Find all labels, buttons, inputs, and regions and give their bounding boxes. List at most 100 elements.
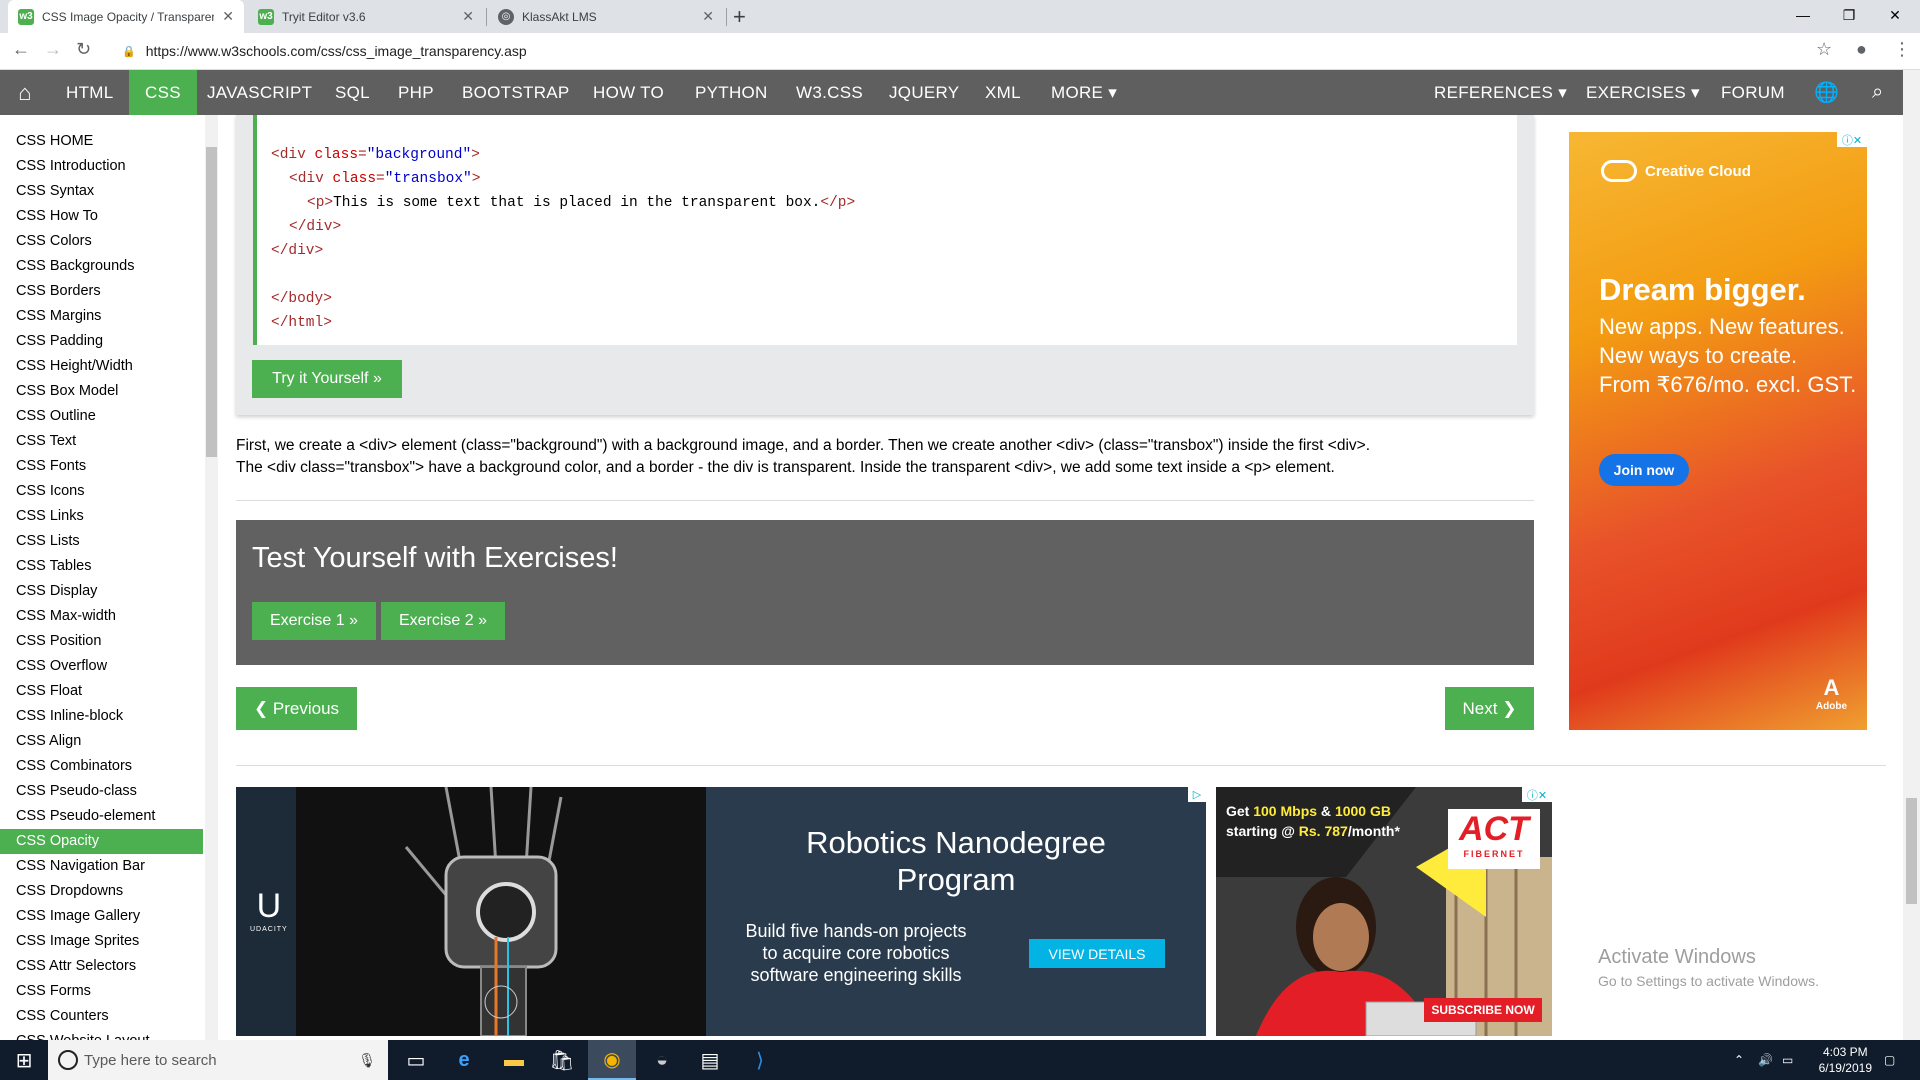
sidebar-item[interactable]: CSS Combinators <box>0 754 203 779</box>
close-tab-icon[interactable]: ✕ <box>462 8 474 25</box>
back-icon[interactable]: ← <box>12 39 30 60</box>
microphone-icon[interactable]: 🎙 <box>358 1052 376 1069</box>
sidebar-item[interactable]: CSS Pseudo-class <box>0 779 203 804</box>
vscode-icon[interactable]: ⟩ <box>736 1040 784 1080</box>
nav-forum[interactable]: FORUM <box>1705 70 1801 115</box>
volume-icon[interactable]: 🔊 <box>1758 1040 1773 1080</box>
profile-icon[interactable]: ● <box>1856 39 1867 60</box>
adchoices-icon[interactable]: ⓘ✕ <box>1837 132 1867 147</box>
restore-icon[interactable]: ❐ <box>1826 0 1872 30</box>
sidebar-scroll-thumb[interactable] <box>206 147 217 457</box>
task-view-icon[interactable]: ▭ <box>392 1040 440 1080</box>
sidebar-item[interactable]: CSS Box Model <box>0 379 203 404</box>
subscribe-now-button[interactable]: SUBSCRIBE NOW <box>1424 998 1542 1022</box>
nav-php[interactable]: PHP <box>382 70 450 115</box>
globe-icon[interactable]: 🌐 <box>1798 70 1855 115</box>
tab-klassakt[interactable]: ◎ KlassAkt LMS ✕ <box>488 0 724 33</box>
nav-more[interactable]: MORE ▾ <box>1035 70 1133 115</box>
nav-exercises[interactable]: EXERCISES ▾ <box>1570 70 1716 115</box>
next-button[interactable]: Next ❯ <box>1445 687 1534 730</box>
network-icon[interactable]: ▭ <box>1782 1040 1793 1080</box>
nav-python[interactable]: PYTHON <box>679 70 784 115</box>
exercise-1-button[interactable]: Exercise 1 » <box>252 602 376 640</box>
sidebar-item[interactable]: CSS How To <box>0 204 203 229</box>
eclipse-icon[interactable]: ◒ <box>638 1040 686 1080</box>
edge-icon[interactable]: e <box>440 1040 488 1080</box>
tab-css-opacity[interactable]: w3 CSS Image Opacity / Transparency ✕ <box>8 0 244 33</box>
chrome-icon[interactable]: ◉ <box>588 1040 636 1080</box>
minimize-icon[interactable]: — <box>1780 0 1826 30</box>
nav-w3css[interactable]: W3.CSS <box>780 70 879 115</box>
taskbar-search[interactable]: Type here to search 🎙 <box>48 1040 388 1080</box>
sidebar-item[interactable]: CSS Lists <box>0 529 203 554</box>
view-details-button[interactable]: VIEW DETAILS <box>1029 939 1165 968</box>
sidebar-item[interactable]: CSS Icons <box>0 479 203 504</box>
sidebar-item[interactable]: CSS Outline <box>0 404 203 429</box>
menu-kebab-icon[interactable]: ⋮ <box>1893 39 1911 60</box>
adchoices-icon[interactable]: ⓘ✕ <box>1522 787 1552 802</box>
store-icon[interactable]: 🛍 <box>538 1040 586 1080</box>
taskbar-clock[interactable]: 4:03 PM 6/19/2019 <box>1819 1044 1872 1076</box>
notepad-icon[interactable]: ▤ <box>686 1040 734 1080</box>
sidebar-item[interactable]: CSS Overflow <box>0 654 203 679</box>
adchoices-icon[interactable]: ▷ <box>1188 787 1206 802</box>
sidebar-item[interactable]: CSS Image Gallery <box>0 904 203 929</box>
sidebar-item[interactable]: CSS Navigation Bar <box>0 854 203 879</box>
nav-xml[interactable]: XML <box>969 70 1037 115</box>
nav-sql[interactable]: SQL <box>319 70 386 115</box>
nav-javascript[interactable]: JAVASCRIPT <box>191 70 328 115</box>
sidebar-scrollbar[interactable] <box>205 115 218 1040</box>
sidebar-item[interactable]: CSS Pseudo-element <box>0 804 203 829</box>
sidebar-item[interactable]: CSS Dropdowns <box>0 879 203 904</box>
sidebar-item[interactable]: CSS Text <box>0 429 203 454</box>
sidebar-item[interactable]: CSS Fonts <box>0 454 203 479</box>
sidebar-item[interactable]: CSS Opacity <box>0 829 203 854</box>
page-scroll-thumb[interactable] <box>1906 798 1917 904</box>
nav-bootstrap[interactable]: BOOTSTRAP <box>446 70 586 115</box>
sidebar-item[interactable]: CSS Backgrounds <box>0 254 203 279</box>
sidebar-item[interactable]: CSS Borders <box>0 279 203 304</box>
new-tab-icon[interactable]: + <box>733 4 746 30</box>
sidebar-item[interactable]: CSS Website Layout <box>0 1029 203 1040</box>
sidebar-item[interactable]: CSS Colors <box>0 229 203 254</box>
udacity-ad[interactable]: U UDACITY Robotics Nanodegree Program Bu… <box>236 787 1206 1036</box>
sidebar-item[interactable]: CSS Padding <box>0 329 203 354</box>
file-explorer-icon[interactable]: ▬ <box>490 1040 538 1080</box>
sidebar-item[interactable]: CSS Image Sprites <box>0 929 203 954</box>
sidebar-item[interactable]: CSS Margins <box>0 304 203 329</box>
nav-references[interactable]: REFERENCES ▾ <box>1418 70 1583 115</box>
adobe-ad[interactable]: Creative Cloud Dream bigger. New apps. N… <box>1569 132 1867 730</box>
exercise-2-button[interactable]: Exercise 2 » <box>381 602 505 640</box>
home-icon[interactable]: ⌂ <box>0 70 50 115</box>
close-window-icon[interactable]: ✕ <box>1872 0 1918 30</box>
sidebar-item[interactable]: CSS HOME <box>0 129 203 154</box>
forward-icon[interactable]: → <box>44 39 62 60</box>
join-now-button[interactable]: Join now <box>1599 454 1689 486</box>
nav-howto[interactable]: HOW TO <box>577 70 680 115</box>
page-scrollbar[interactable] <box>1903 70 1920 1040</box>
previous-button[interactable]: ❮ Previous <box>236 687 357 730</box>
act-fibernet-ad[interactable]: Get 100 Mbps & 1000 GB starting @ Rs. 78… <box>1216 787 1552 1036</box>
sidebar-item[interactable]: CSS Tables <box>0 554 203 579</box>
close-tab-icon[interactable]: ✕ <box>222 8 234 25</box>
nav-css[interactable]: CSS <box>129 70 197 115</box>
sidebar-item[interactable]: CSS Attr Selectors <box>0 954 203 979</box>
close-tab-icon[interactable]: ✕ <box>702 8 714 25</box>
search-icon[interactable]: ⌕ <box>1856 70 1900 115</box>
notifications-icon[interactable]: ▢ <box>1884 1040 1895 1080</box>
sidebar-item[interactable]: CSS Inline-block <box>0 704 203 729</box>
sidebar-item[interactable]: CSS Counters <box>0 1004 203 1029</box>
sidebar-item[interactable]: CSS Syntax <box>0 179 203 204</box>
sidebar-item[interactable]: CSS Display <box>0 579 203 604</box>
sidebar-item[interactable]: CSS Introduction <box>0 154 203 179</box>
address-bar[interactable]: 🔒 https://www.w3schools.com/css/css_imag… <box>110 37 1830 65</box>
reload-icon[interactable]: ↻ <box>76 39 91 60</box>
nav-html[interactable]: HTML <box>50 70 129 115</box>
try-it-yourself-button[interactable]: Try it Yourself » <box>252 360 402 398</box>
sidebar-item[interactable]: CSS Max-width <box>0 604 203 629</box>
tab-tryit[interactable]: w3 Tryit Editor v3.6 ✕ <box>248 0 484 33</box>
bookmark-star-icon[interactable]: ☆ <box>1816 39 1832 60</box>
tray-up-arrow-icon[interactable]: ⌃ <box>1734 1040 1744 1080</box>
sidebar-item[interactable]: CSS Forms <box>0 979 203 1004</box>
windows-start-icon[interactable]: ⊞ <box>0 1040 48 1080</box>
